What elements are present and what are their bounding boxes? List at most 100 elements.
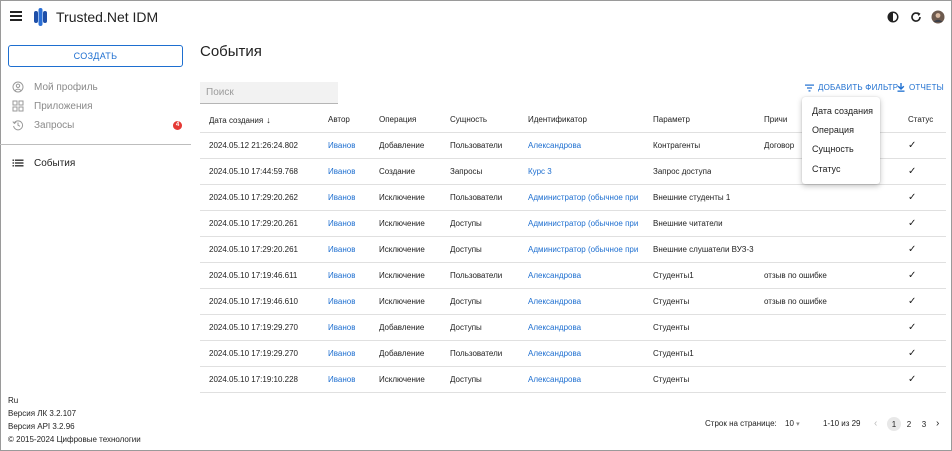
prev-page-icon[interactable]: ‹ xyxy=(874,418,877,429)
column-header-entity[interactable]: Сущность xyxy=(450,107,487,133)
hamburger-menu-icon[interactable] xyxy=(10,11,22,21)
cell-reason xyxy=(764,341,868,367)
page-2-button[interactable]: 2 xyxy=(902,417,916,431)
sidebar-item-profile[interactable]: Мой профиль xyxy=(0,78,190,96)
app-header: Trusted.Net IDM xyxy=(0,0,952,34)
search-input[interactable] xyxy=(200,82,338,104)
check-icon: ✓ xyxy=(908,218,917,229)
sidebar-item-requests[interactable]: Запросы 4 xyxy=(0,116,190,134)
column-header-date[interactable]: Дата создания ↓ xyxy=(209,107,271,133)
check-icon: ✓ xyxy=(908,348,917,359)
cell-author[interactable]: Иванов xyxy=(328,159,355,185)
cell-entity: Пользователи xyxy=(450,271,503,280)
add-filter-label: ДОБАВИТЬ ФИЛЬТР xyxy=(818,83,899,92)
requests-count-badge: 4 xyxy=(173,120,182,130)
cell-parameter: Запрос доступа xyxy=(653,167,712,176)
cell-date: 2024.05.10 17:44:59.768 xyxy=(209,167,298,176)
cell-entity: Пользователи xyxy=(450,349,503,358)
sidebar-item-apps[interactable]: Приложения xyxy=(0,97,190,115)
next-page-icon[interactable]: › xyxy=(936,418,939,429)
column-header-status[interactable]: Статус xyxy=(908,107,933,133)
filter-menu: Дата создания Операция Сущность Статус xyxy=(802,97,880,184)
language-selector[interactable]: Ru xyxy=(8,396,18,405)
cell-identifier[interactable]: Администратор (обычное при xyxy=(528,211,638,237)
column-header-reason[interactable]: Причи xyxy=(764,107,804,133)
cell-reason: отзыв по ошибке xyxy=(764,297,827,306)
column-header-identifier[interactable]: Идентификатор xyxy=(528,107,587,133)
cell-author[interactable]: Иванов xyxy=(328,211,355,237)
cell-identifier[interactable]: Администратор (обычное при xyxy=(528,237,638,263)
cell-operation: Добавление xyxy=(379,349,425,358)
cell-entity: Запросы xyxy=(450,167,483,176)
refresh-icon[interactable] xyxy=(909,10,923,24)
user-avatar[interactable] xyxy=(931,10,945,24)
cell-operation: Исключение xyxy=(379,271,425,280)
check-icon: ✓ xyxy=(908,192,917,203)
list-icon xyxy=(12,159,24,167)
cell-identifier[interactable]: Александрова xyxy=(528,367,638,393)
create-button[interactable]: СОЗДАТЬ xyxy=(8,45,183,67)
table-row[interactable]: 2024.05.10 17:29:20.261 Иванов Исключение Д… xyxy=(200,237,946,263)
download-icon xyxy=(897,83,905,92)
add-filter-button[interactable]: ДОБАВИТЬ ФИЛЬТР xyxy=(805,83,898,92)
filter-menu-item[interactable]: Сущность xyxy=(812,144,854,154)
page-3-button[interactable]: 3 xyxy=(917,417,931,431)
table-row[interactable]: 2024.05.10 17:19:29.270 Иванов Добавление П… xyxy=(200,341,946,367)
table-row[interactable]: 2024.05.10 17:19:46.610 Иванов Исключение Д… xyxy=(200,289,946,315)
check-icon: ✓ xyxy=(908,166,917,177)
cell-author[interactable]: Иванов xyxy=(328,133,355,159)
filter-menu-item[interactable]: Операция xyxy=(812,125,854,135)
cell-author[interactable]: Иванов xyxy=(328,315,355,341)
page-range: 1-10 из 29 xyxy=(823,419,861,428)
cell-identifier[interactable]: Курс 3 xyxy=(528,159,638,185)
column-header-author[interactable]: Автор xyxy=(328,107,350,133)
check-icon: ✓ xyxy=(908,270,917,281)
sidebar-item-label: Запросы xyxy=(34,119,75,131)
table-row[interactable]: 2024.05.10 17:19:10.228 Иванов Исключение Д… xyxy=(200,367,946,393)
cell-identifier[interactable]: Александрова xyxy=(528,133,638,159)
check-icon: ✓ xyxy=(908,140,917,151)
column-header-parameter[interactable]: Параметр xyxy=(653,107,690,133)
cell-operation: Исключение xyxy=(379,297,425,306)
filter-menu-item[interactable]: Дата создания xyxy=(812,106,873,116)
reports-button[interactable]: ОТЧЕТЫ xyxy=(897,83,944,92)
page-1-button[interactable]: 1 xyxy=(887,417,901,431)
cell-author[interactable]: Иванов xyxy=(328,341,355,367)
copyright: © 2015-2024 Цифровые технологии xyxy=(8,435,141,444)
cell-author[interactable]: Иванов xyxy=(328,289,355,315)
sort-arrow-down-icon[interactable]: ↓ xyxy=(266,115,271,125)
cell-identifier[interactable]: Александрова xyxy=(528,315,638,341)
cell-parameter: Внешние студенты 1 xyxy=(653,193,731,202)
table-row[interactable]: 2024.05.10 17:29:20.262 Иванов Исключение П… xyxy=(200,185,946,211)
cell-entity: Доступы xyxy=(450,219,482,228)
cell-operation: Исключение xyxy=(379,193,425,202)
cell-date: 2024.05.10 17:19:10.228 xyxy=(209,375,298,384)
cell-author[interactable]: Иванов xyxy=(328,263,355,289)
theme-toggle-icon[interactable] xyxy=(886,10,900,24)
table-row[interactable]: 2024.05.10 17:29:20.261 Иванов Исключение Д… xyxy=(200,211,946,237)
cell-reason xyxy=(764,211,868,237)
cell-author[interactable]: Иванов xyxy=(328,367,355,393)
cell-entity: Доступы xyxy=(450,375,482,384)
cell-identifier[interactable]: Александрова xyxy=(528,263,638,289)
cell-identifier[interactable]: Александрова xyxy=(528,289,638,315)
cell-reason xyxy=(764,237,868,263)
app-title: Trusted.Net IDM xyxy=(56,9,159,25)
rows-per-page-select[interactable]: 10 ▾ xyxy=(785,419,800,428)
table-row[interactable]: 2024.05.10 17:19:29.270 Иванов Добавление Д… xyxy=(200,315,946,341)
column-header-operation[interactable]: Операция xyxy=(379,107,416,133)
cell-identifier[interactable]: Александрова xyxy=(528,341,638,367)
cell-author[interactable]: Иванов xyxy=(328,237,355,263)
reports-label: ОТЧЕТЫ xyxy=(909,83,944,92)
filter-icon xyxy=(805,84,814,91)
table-row[interactable]: 2024.05.10 17:19:46.611 Иванов Исключение П… xyxy=(200,263,946,289)
cell-identifier[interactable]: Администратор (обычное при xyxy=(528,185,638,211)
cell-date: 2024.05.12 21:26:24.802 xyxy=(209,141,298,150)
cell-parameter: Контрагенты xyxy=(653,141,701,150)
filter-menu-item[interactable]: Статус xyxy=(812,164,840,174)
user-circle-icon xyxy=(12,81,24,93)
check-icon: ✓ xyxy=(908,322,917,333)
version-lk: Версия ЛК 3.2.107 xyxy=(8,409,77,418)
sidebar-item-events[interactable]: События xyxy=(0,154,190,172)
cell-author[interactable]: Иванов xyxy=(328,185,355,211)
